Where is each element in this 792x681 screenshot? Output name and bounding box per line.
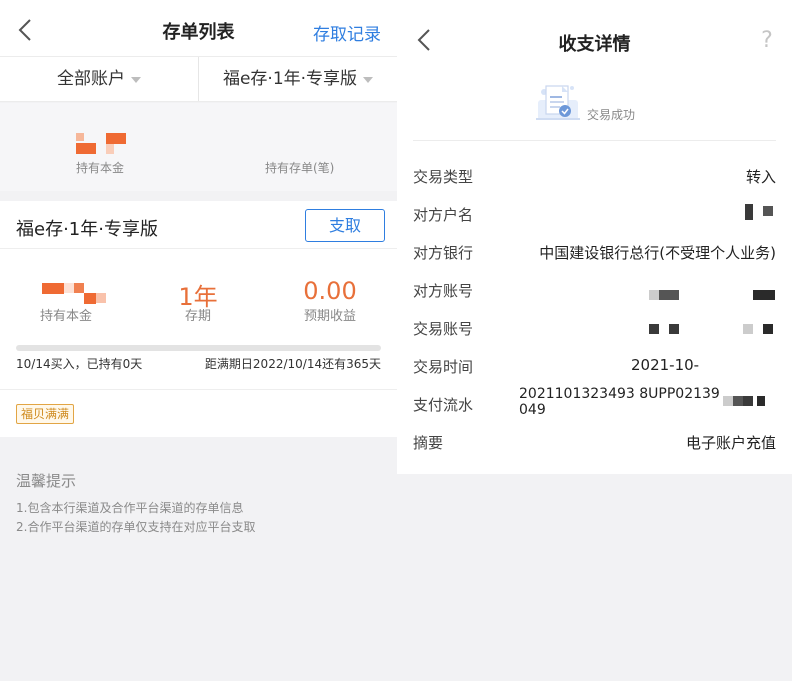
tips-line: 1.包含本行渠道及合作平台渠道的存单信息: [16, 501, 244, 515]
principal-label: 持有本金: [76, 161, 125, 175]
document-success-icon: [536, 85, 580, 120]
row-counterparty-name: 对方户名: [413, 204, 776, 228]
divider: [0, 248, 397, 249]
redacted-block: [757, 396, 765, 406]
row-label: 对方账号: [413, 282, 474, 300]
row-label: 交易时间: [413, 358, 474, 376]
row-time: 交易时间 2021-10-: [413, 356, 776, 380]
top-nav: 存单列表 存取记录: [0, 0, 397, 60]
due-text: 距满期日2022/10/14还有365天: [204, 357, 381, 371]
redacted-block: [763, 206, 773, 216]
tips-line: 2.合作平台渠道的存单仅支持在对应平台支取: [16, 520, 256, 534]
redacted-block: [763, 324, 773, 334]
expected-label: 预期收益: [303, 309, 356, 324]
holding-progress-bar: [16, 345, 381, 351]
page-title: 收支详情: [558, 34, 631, 55]
redacted-block: [649, 290, 659, 300]
row-account: 交易账号: [413, 318, 776, 342]
row-value: 2021101323493 8UPP02139049: [519, 386, 720, 418]
transaction-detail-screen: 收支详情 ? 交易成功 交易类型 转入 对方户名 对方银行 中国建设银行总行(不…: [397, 0, 792, 681]
row-label: 对方户名: [413, 206, 474, 224]
row-value: 电子账户充值: [685, 434, 776, 452]
help-icon[interactable]: ?: [758, 28, 776, 54]
redacted-block: [669, 324, 679, 334]
row-value: 2021-10-: [631, 356, 700, 374]
redacted-block: [733, 396, 743, 406]
promo-tag: 福贝满满: [16, 404, 75, 424]
row-label: 摘要: [413, 434, 444, 452]
divider: [0, 389, 397, 390]
redacted-block: [659, 290, 679, 300]
redacted-block: [745, 204, 753, 220]
row-label: 交易账号: [413, 320, 474, 338]
redacted-block: [723, 396, 733, 406]
row-type: 交易类型 转入: [413, 166, 776, 190]
product-filter[interactable]: 福e存·1年·专享版: [198, 57, 397, 101]
account-filter[interactable]: 全部账户: [0, 57, 198, 101]
tips-title: 温馨提示: [16, 472, 77, 490]
deposit-list-screen: 存单列表 存取记录 全部账户 福e存·1年·专享版 持有本金 持有存单(笔) 福…: [0, 0, 397, 681]
triangle-down-icon: [131, 77, 141, 83]
row-serial: 支付流水 2021101323493 8UPP02139049: [413, 386, 776, 422]
divider: [413, 140, 776, 141]
row-label: 支付流水: [413, 396, 474, 414]
account-filter-label: 全部账户: [57, 69, 125, 89]
redacted-block: [753, 290, 775, 300]
row-counterparty-bank: 对方银行 中国建设银行总行(不受理个人业务): [413, 242, 776, 266]
summary-block: 持有本金 持有存单(笔): [0, 103, 397, 191]
term-label: 存期: [184, 309, 211, 324]
redacted-block: [743, 396, 753, 406]
card-principal-label: 持有本金: [39, 309, 92, 324]
withdraw-button[interactable]: 支取: [305, 209, 385, 242]
bought-text: 10/14买入，已持有0天: [16, 357, 143, 371]
deposits-count-label: 持有存单(笔): [265, 161, 335, 175]
row-value: 中国建设银行总行(不受理个人业务): [539, 244, 776, 262]
records-link[interactable]: 存取记录: [313, 20, 381, 45]
detail-card: 收支详情 ? 交易成功 交易类型 转入 对方户名 对方银行 中国建设银行总行(不…: [397, 0, 792, 474]
triangle-down-icon: [363, 77, 374, 83]
row-label: 对方银行: [413, 244, 474, 262]
status-text: 交易成功: [587, 108, 636, 122]
redacted-block: [649, 324, 659, 334]
row-counterparty-account: 对方账号: [413, 280, 776, 304]
top-nav: 收支详情 ?: [397, 0, 792, 60]
row-label: 交易类型: [413, 168, 474, 186]
redacted-block: [743, 324, 753, 334]
tips-section: 温馨提示 1.包含本行渠道及合作平台渠道的存单信息 2.合作平台渠道的存单仅支持…: [16, 470, 255, 537]
expected-value: 0.00: [303, 277, 357, 305]
product-name: 福e存·1年·专享版: [16, 219, 158, 240]
row-memo: 摘要 电子账户充值: [413, 432, 776, 456]
row-value: 转入: [745, 168, 776, 186]
filter-bar: 全部账户 福e存·1年·专享版: [0, 56, 397, 102]
deposit-card[interactable]: 福e存·1年·专享版 支取 持有本金 1年 存期 0.00 预期收益 10/14…: [0, 201, 397, 437]
product-filter-label: 福e存·1年·专享版: [222, 69, 358, 89]
